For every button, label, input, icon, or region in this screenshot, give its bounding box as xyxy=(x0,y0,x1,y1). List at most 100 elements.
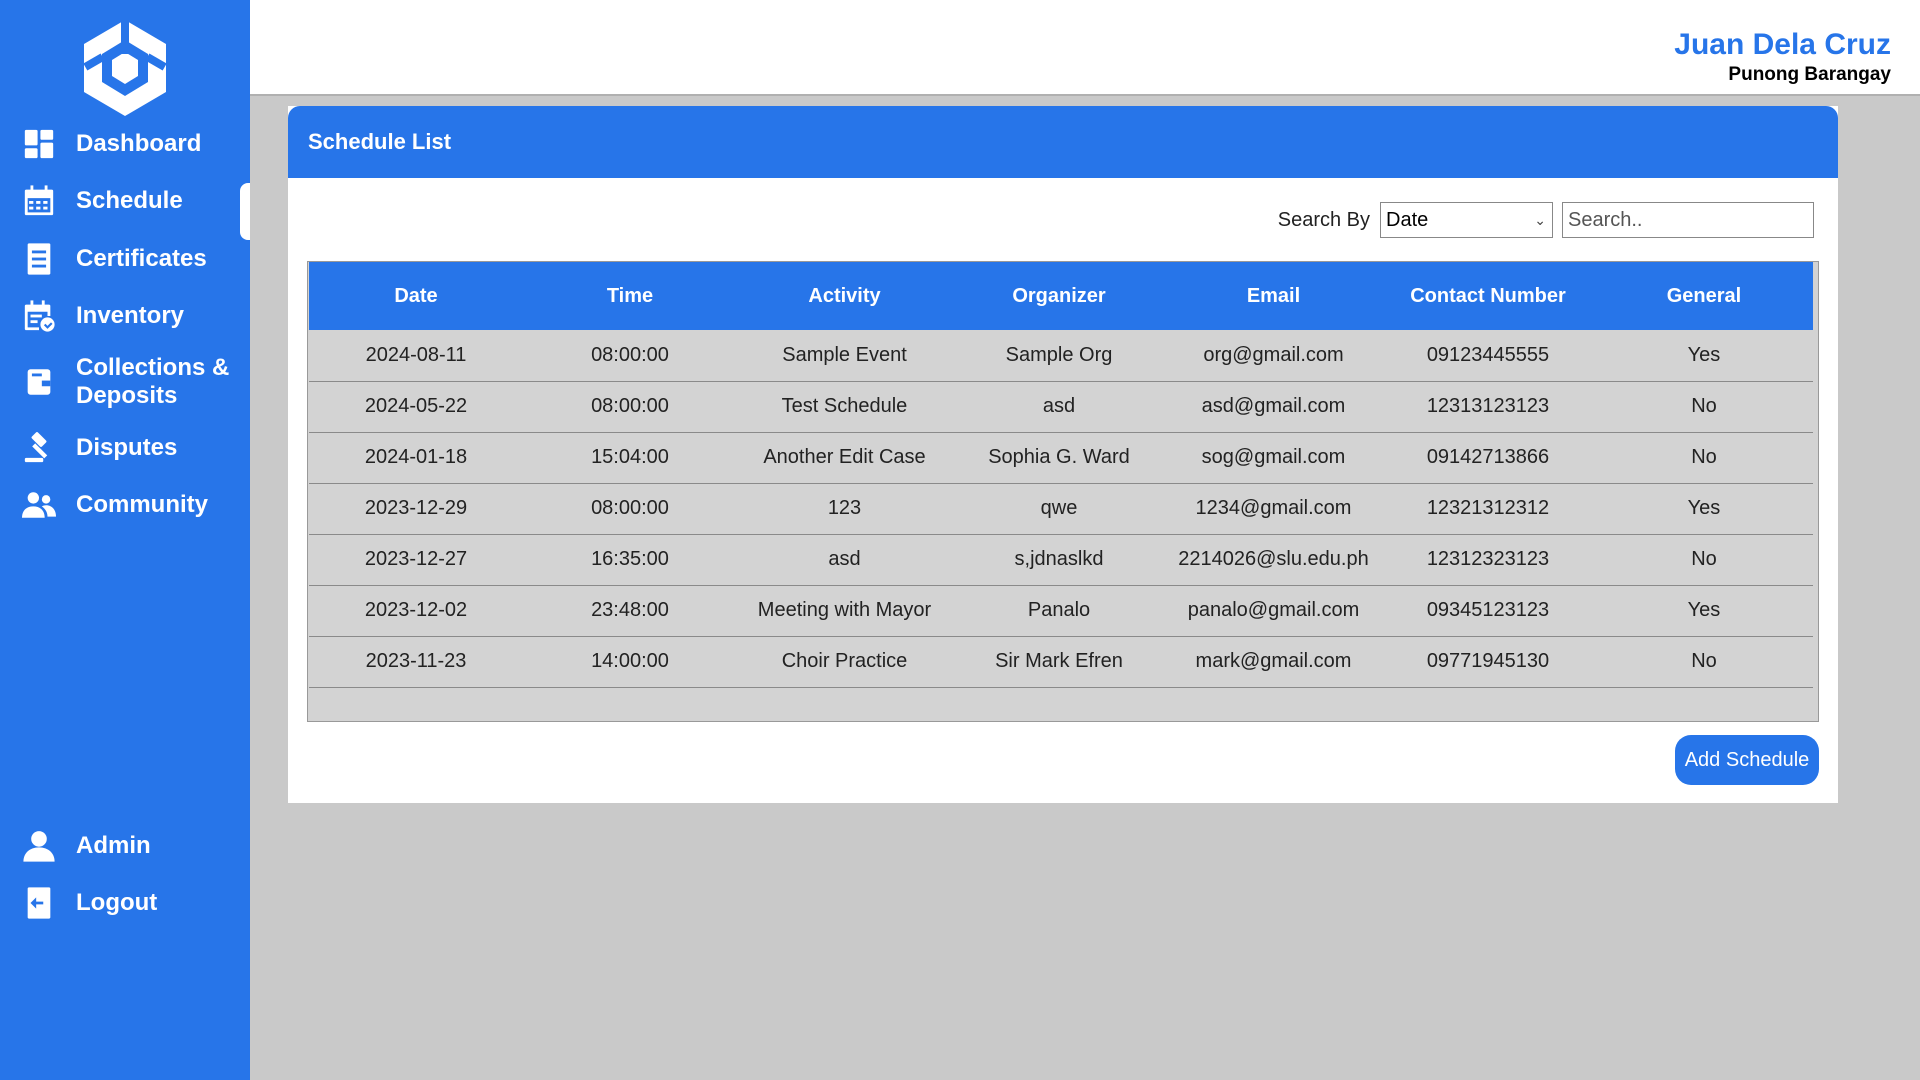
sidebar-item-label: Admin xyxy=(76,831,151,859)
sidebar-item-admin[interactable]: Admin xyxy=(0,817,250,875)
table-cell: Sample Event xyxy=(737,330,952,382)
table-cell: 09123445555 xyxy=(1381,330,1595,382)
table-cell: sog@gmail.com xyxy=(1166,432,1381,484)
inventory-icon xyxy=(20,297,58,335)
table-cell: 09345123123 xyxy=(1381,585,1595,637)
sidebar-item-schedule[interactable]: Schedule xyxy=(0,173,250,240)
sidebar-item-label: Dashboard xyxy=(76,129,202,157)
dashboard-icon xyxy=(20,125,58,163)
table-cell: No xyxy=(1595,432,1813,484)
search-by-label: Search By xyxy=(1277,208,1370,231)
table-row[interactable]: 2023-12-27 16:35:00 asd s,jdnaslkd 2214026@s… xyxy=(309,534,1813,586)
table-cell: asd xyxy=(737,534,952,586)
table-cell: 15:04:00 xyxy=(523,432,737,484)
table-row[interactable]: 2024-01-18 15:04:00 Another Edit Case Sophi… xyxy=(309,432,1813,484)
table-cell: Panalo xyxy=(952,585,1166,637)
sidebar-item-logout[interactable]: Logout xyxy=(0,875,250,933)
sidebar-bottom-nav: Admin Logout xyxy=(0,817,250,932)
table-row[interactable]: 2023-12-02 23:48:00 Meeting with Mayor Pana… xyxy=(309,585,1813,637)
table-cell: 2023-12-27 xyxy=(309,534,523,586)
column-header-general[interactable]: General xyxy=(1595,262,1813,330)
table-cell: Sample Org xyxy=(952,330,1166,382)
user-name: Juan Dela Cruz xyxy=(1674,28,1891,61)
sidebar-item-community[interactable]: Community xyxy=(0,477,250,535)
table-cell: asd@gmail.com xyxy=(1166,381,1381,433)
column-header-date[interactable]: Date xyxy=(309,262,523,330)
wallet-icon xyxy=(20,363,58,401)
table-cell: 123 xyxy=(737,483,952,535)
table-row[interactable]: 2024-08-11 08:00:00 Sample Event Sample Org… xyxy=(309,330,1813,382)
sidebar-item-label: Schedule xyxy=(76,187,183,215)
search-by-select[interactable]: Date ⌄ xyxy=(1380,202,1553,238)
table-cell: s,jdnaslkd xyxy=(952,534,1166,586)
table-cell: 12313123123 xyxy=(1381,381,1595,433)
table-cell: Sir Mark Efren xyxy=(952,636,1166,688)
calendar-icon xyxy=(20,182,58,220)
table-cell: 23:48:00 xyxy=(523,585,737,637)
table-cell: 2024-05-22 xyxy=(309,381,523,433)
table-cell: Yes xyxy=(1595,585,1813,637)
table-cell: Yes xyxy=(1595,330,1813,382)
user-icon xyxy=(20,827,58,865)
document-icon xyxy=(20,240,58,278)
app-logo-icon xyxy=(80,18,170,118)
schedule-table: Date Time Activity Organizer Email Conta… xyxy=(309,262,1813,688)
sidebar-item-disputes[interactable]: Disputes xyxy=(0,419,250,477)
table-cell: 2023-12-29 xyxy=(309,483,523,535)
sidebar-nav: Dashboard Schedule Certificates Inventor… xyxy=(0,115,250,534)
sidebar-item-label: Certificates xyxy=(76,244,207,272)
table-cell: 12321312312 xyxy=(1381,483,1595,535)
table-cell: 14:00:00 xyxy=(523,636,737,688)
table-row[interactable]: 2023-11-23 14:00:00 Choir Practice Sir Mark… xyxy=(309,636,1813,688)
schedule-card: Schedule List Search By Date ⌄ Date Time… xyxy=(288,106,1838,803)
table-cell: 09771945130 xyxy=(1381,636,1595,688)
top-header: Juan Dela Cruz Punong Barangay xyxy=(250,0,1920,96)
column-header-activity[interactable]: Activity xyxy=(737,262,952,330)
search-by-selected: Date xyxy=(1386,208,1429,231)
table-cell: 12312323123 xyxy=(1381,534,1595,586)
table-cell: 08:00:00 xyxy=(523,381,737,433)
table-cell: Another Edit Case xyxy=(737,432,952,484)
table-cell: No xyxy=(1595,381,1813,433)
table-cell: 2023-12-02 xyxy=(309,585,523,637)
table-cell: 1234@gmail.com xyxy=(1166,483,1381,535)
table-row[interactable]: 2024-05-22 08:00:00 Test Schedule asd asd@gm… xyxy=(309,381,1813,433)
table-cell: Choir Practice xyxy=(737,636,952,688)
logout-icon xyxy=(20,884,58,922)
table-cell: Test Schedule xyxy=(737,381,952,433)
sidebar-item-inventory[interactable]: Inventory xyxy=(0,288,250,346)
sidebar-item-label: Community xyxy=(76,491,208,519)
table-cell: qwe xyxy=(952,483,1166,535)
table-cell: 08:00:00 xyxy=(523,330,737,382)
sidebar-item-certificates[interactable]: Certificates xyxy=(0,230,250,288)
table-cell: Meeting with Mayor xyxy=(737,585,952,637)
table-cell: asd xyxy=(952,381,1166,433)
table-cell: No xyxy=(1595,534,1813,586)
table-cell: No xyxy=(1595,636,1813,688)
table-row[interactable]: 2023-12-29 08:00:00 123 qwe 1234@gmail.com 12… xyxy=(309,483,1813,535)
sidebar-item-collections-deposits[interactable]: Collections & Deposits xyxy=(0,345,250,419)
table-cell: 09142713866 xyxy=(1381,432,1595,484)
sidebar-item-label: Logout xyxy=(76,889,158,917)
column-header-contact-number[interactable]: Contact Number xyxy=(1381,262,1595,330)
sidebar-item-label: Disputes xyxy=(76,433,178,461)
table-header-row: Date Time Activity Organizer Email Conta… xyxy=(309,262,1813,330)
table-cell: 2023-11-23 xyxy=(309,636,523,688)
user-role: Punong Barangay xyxy=(1728,64,1891,85)
sidebar-item-label: Collections & Deposits xyxy=(76,354,230,409)
chevron-down-icon: ⌄ xyxy=(1534,211,1546,228)
add-schedule-button[interactable]: Add Schedule xyxy=(1675,735,1819,785)
schedule-table-container: Date Time Activity Organizer Email Conta… xyxy=(307,261,1819,722)
card-title: Schedule List xyxy=(288,106,1838,178)
table-cell: mark@gmail.com xyxy=(1166,636,1381,688)
column-header-email[interactable]: Email xyxy=(1166,262,1381,330)
search-input[interactable] xyxy=(1562,202,1814,238)
column-header-organizer[interactable]: Organizer xyxy=(952,262,1166,330)
table-cell: Sophia G. Ward xyxy=(952,432,1166,484)
people-icon xyxy=(20,486,58,524)
column-header-time[interactable]: Time xyxy=(523,262,737,330)
table-cell: 2214026@slu.edu.ph xyxy=(1166,534,1381,586)
sidebar-item-dashboard[interactable]: Dashboard xyxy=(0,115,250,173)
table-cell: 16:35:00 xyxy=(523,534,737,586)
table-cell: panalo@gmail.com xyxy=(1166,585,1381,637)
